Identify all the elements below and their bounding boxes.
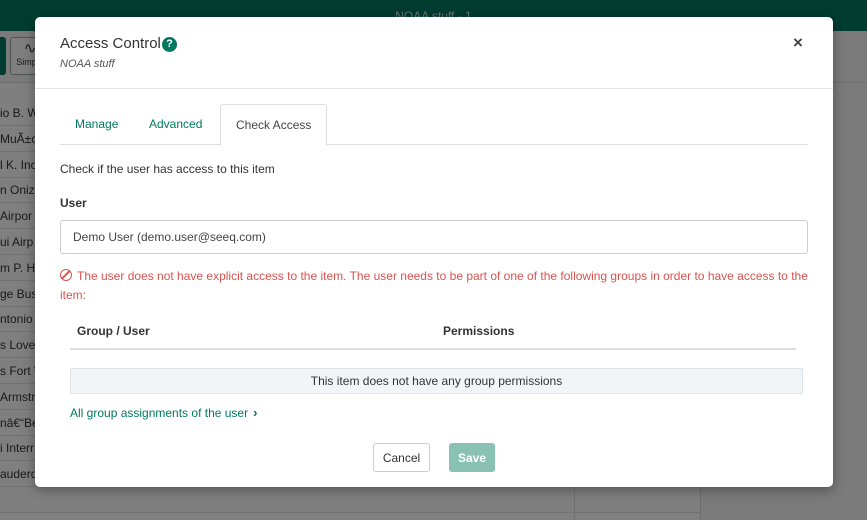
question-circle-icon[interactable]: ? [162,37,177,52]
access-error-message: The user does not have explicit access t… [60,267,808,305]
ban-icon [60,269,72,281]
user-select-input[interactable] [60,220,808,254]
permissions-table-header: Group / User Permissions [70,317,796,350]
tab-manage[interactable]: Manage [60,104,133,145]
modal-title: Access Control [60,35,161,52]
save-button[interactable]: Save [449,443,495,472]
error-text: The user does not have explicit access t… [60,269,808,302]
all-group-assignments-link[interactable]: All group assignments of the user › [70,405,257,420]
cancel-button[interactable]: Cancel [373,443,430,472]
tab-bar: Manage Advanced Check Access [60,104,808,146]
tab-check-access[interactable]: Check Access [220,104,328,146]
close-icon[interactable]: × [793,33,803,53]
column-header-group-user: Group / User [77,324,150,338]
user-label: User [60,196,87,210]
column-header-permissions: Permissions [443,324,515,338]
modal-subtitle: NOAA stuff [60,58,115,70]
tab-advanced[interactable]: Advanced [134,104,217,145]
access-control-modal: Access Control ? NOAA stuff × Manage Adv… [35,17,833,487]
all-group-assignments-label: All group assignments of the user [70,406,249,420]
check-access-description: Check if the user has access to this ite… [60,162,275,176]
modal-header: Access Control ? NOAA stuff × [35,17,833,89]
chevron-right-icon: › [253,405,258,420]
table-empty-row: This item does not have any group permis… [70,368,803,394]
